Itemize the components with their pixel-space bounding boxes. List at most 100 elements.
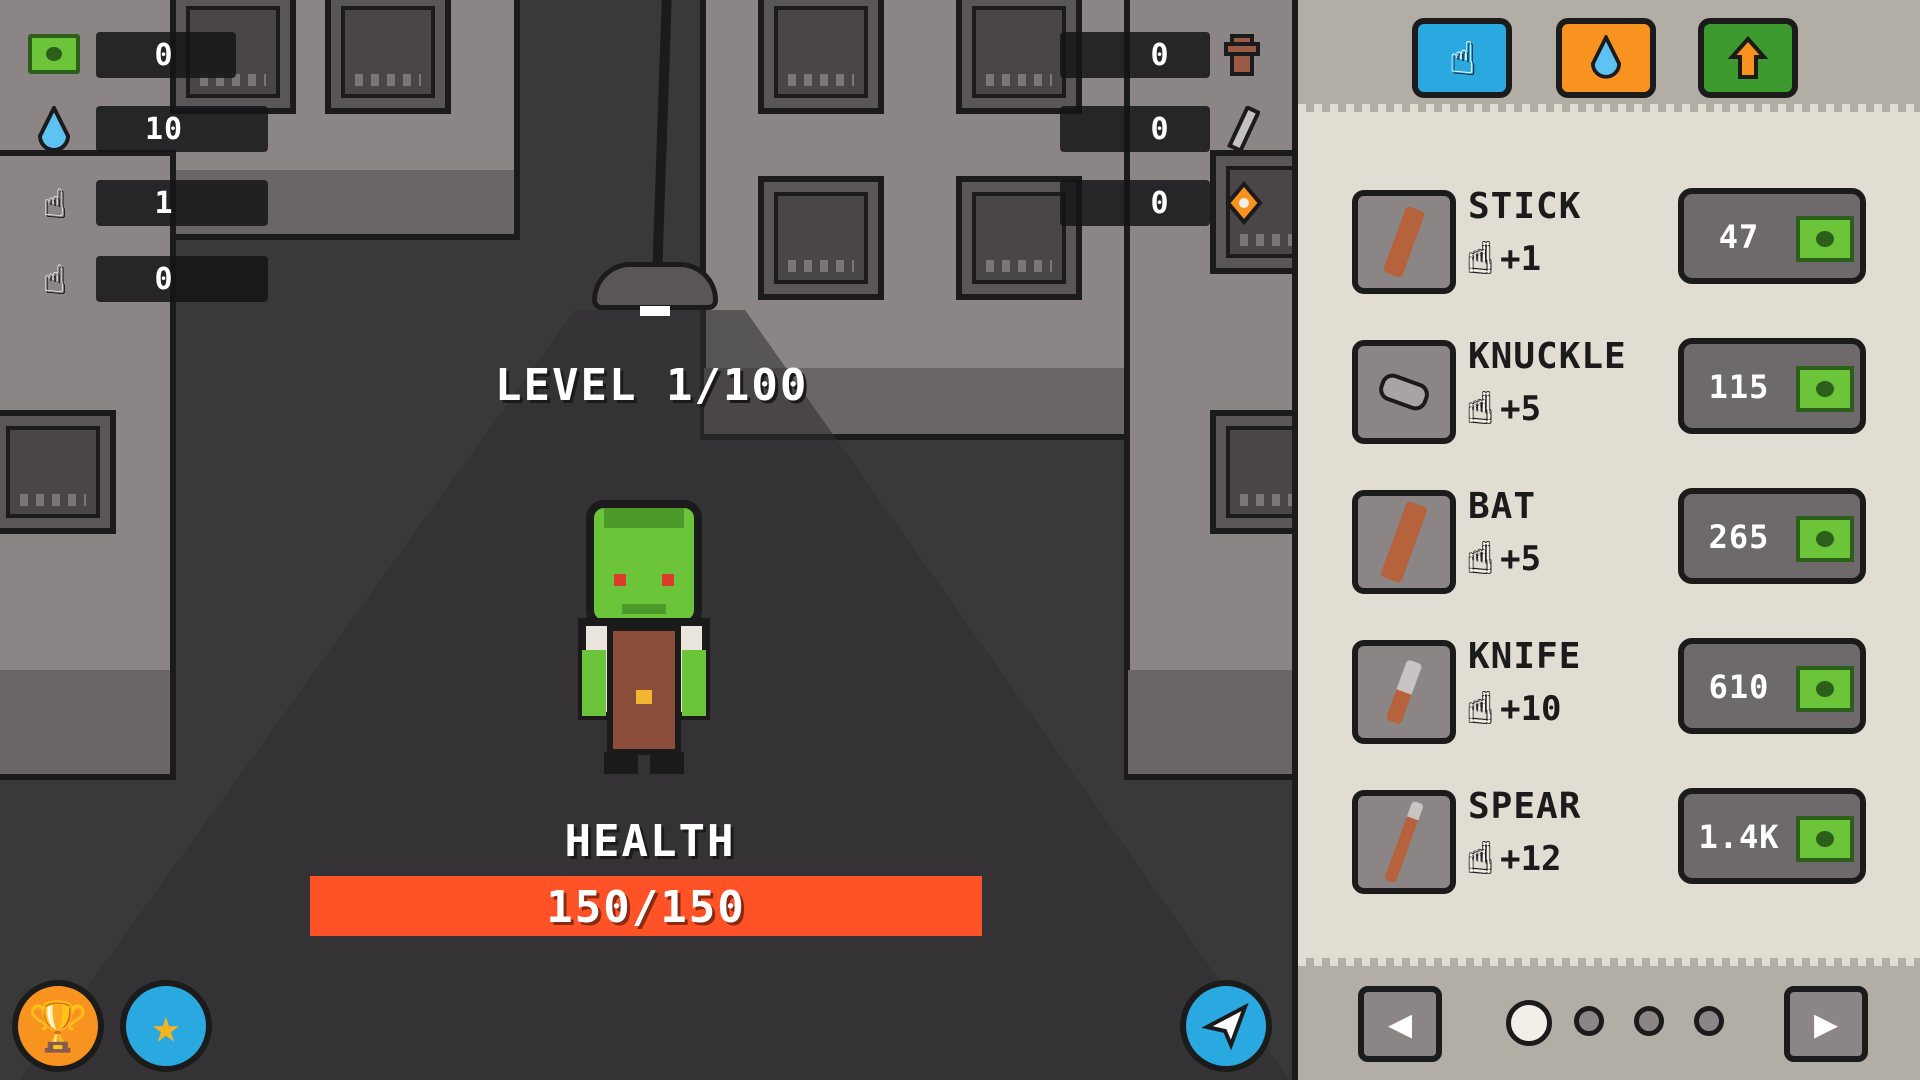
health-label: HEALTH — [564, 816, 736, 867]
stat-cash: 0 — [28, 32, 240, 78]
page-dot-1[interactable] — [1506, 1000, 1552, 1046]
page-dot-2[interactable] — [1574, 1006, 1604, 1036]
buy-button[interactable]: 1.4K — [1678, 788, 1866, 884]
paper-plane-icon — [1201, 1002, 1249, 1051]
price: 1.4K — [1698, 818, 1780, 856]
stat-pipe: 0 — [1060, 106, 1292, 152]
shop-item-bat: BAT ☝ +5 265 — [1298, 486, 1920, 596]
stat-auto-tap: ☝ 0 — [28, 256, 268, 302]
window — [1210, 410, 1292, 534]
bonus-value: +12 — [1500, 839, 1562, 879]
lamp-bulb — [640, 306, 670, 316]
price: 115 — [1708, 368, 1770, 406]
shop-panel: ☝ STICK ☝ +1 47 KNUCKLE ☝ +5 115 BAT ☝ +… — [1292, 0, 1920, 1080]
price: 265 — [1708, 518, 1770, 556]
item-name: STICK — [1468, 186, 1582, 227]
page-dot-3[interactable] — [1634, 1006, 1664, 1036]
shop-tabs: ☝ — [1298, 0, 1920, 112]
bat-icon — [1352, 490, 1456, 594]
fire-hydrant-icon — [1224, 34, 1260, 76]
hand-icon: ☝ — [1468, 536, 1493, 582]
stick-icon — [1352, 190, 1456, 294]
buy-button[interactable]: 47 — [1678, 188, 1866, 284]
knuckle-icon — [1352, 340, 1456, 444]
street-lamp-pole — [652, 0, 672, 270]
price: 610 — [1708, 668, 1770, 706]
shop-item-spear: SPEAR ☝ +12 1.4K — [1298, 786, 1920, 896]
window — [758, 0, 884, 114]
auto-hand-icon: ☝ — [1468, 386, 1493, 432]
bonus-value: +10 — [1500, 689, 1562, 729]
trophy-icon: 🏆 — [28, 998, 88, 1055]
window — [758, 176, 884, 300]
trophy-button[interactable]: 🏆 — [12, 980, 104, 1072]
cash-icon — [1796, 366, 1854, 412]
cash-value: 0 — [154, 38, 174, 73]
water-value: 10 — [144, 112, 184, 147]
shop-pagination: ◀ ▶ — [1298, 958, 1920, 1080]
pipe-value: 0 — [1150, 112, 1170, 147]
building-right-base — [1128, 670, 1292, 774]
shop-item-stick: STICK ☝ +1 47 — [1298, 186, 1920, 296]
arrow-left-icon: ◀ — [1387, 1001, 1413, 1047]
item-bonus: ☝ +12 — [1468, 836, 1562, 882]
item-name: KNUCKLE — [1468, 336, 1627, 377]
shop-item-knuckle: KNUCKLE ☝ +5 115 — [1298, 336, 1920, 446]
cash-icon — [1796, 516, 1854, 562]
tab-rank-upgrades[interactable] — [1698, 18, 1798, 98]
item-name: KNIFE — [1468, 636, 1582, 677]
gem-icon — [1225, 180, 1263, 226]
window — [0, 410, 116, 534]
auto-hand-icon: ☝ — [42, 257, 66, 301]
item-bonus: ☝ +1 — [1468, 236, 1541, 282]
prev-page-button[interactable]: ◀ — [1358, 986, 1442, 1062]
building-left-base — [0, 670, 170, 774]
tab-tap-upgrades[interactable]: ☝ — [1412, 18, 1512, 98]
hand-icon: ☝ — [42, 181, 66, 225]
enemy-level: LEVEL 1/100 — [495, 360, 809, 411]
spear-icon — [1352, 790, 1456, 894]
pipe-icon — [1227, 106, 1260, 152]
street-lamp — [592, 262, 718, 310]
cash-icon — [28, 34, 80, 74]
item-bonus: ☝ +10 — [1468, 686, 1562, 732]
next-page-button[interactable]: ▶ — [1784, 986, 1868, 1062]
bonus-value: +5 — [1500, 539, 1542, 579]
item-name: BAT — [1468, 486, 1537, 527]
arrow-right-icon: ▶ — [1813, 1001, 1839, 1047]
item-name: SPEAR — [1468, 786, 1582, 827]
zombie-enemy[interactable] — [574, 500, 714, 780]
health-value: 150/150 — [546, 882, 746, 933]
auto-tap-value: 0 — [154, 262, 174, 297]
water-drop-icon — [38, 106, 70, 152]
hydrant-value: 0 — [1150, 38, 1170, 73]
knife-icon — [1352, 640, 1456, 744]
star-button[interactable]: ★ — [120, 980, 212, 1072]
bonus-value: +1 — [1500, 239, 1542, 279]
hand-icon: ☝ — [1468, 236, 1493, 282]
buy-button[interactable]: 610 — [1678, 638, 1866, 734]
buy-button[interactable]: 115 — [1678, 338, 1866, 434]
game-scene[interactable]: LEVEL 1/100 HEALTH 150/150 0 10 ☝ 1 ☝ 0 … — [0, 0, 1292, 1080]
item-bonus: ☝ +5 — [1468, 386, 1541, 432]
price: 47 — [1718, 218, 1760, 256]
buy-button[interactable]: 265 — [1678, 488, 1866, 584]
stat-water: 10 — [28, 106, 268, 152]
cash-icon — [1796, 816, 1854, 862]
item-bonus: ☝ +5 — [1468, 536, 1541, 582]
tab-water-upgrades[interactable] — [1556, 18, 1656, 98]
water-drop-icon — [1591, 35, 1621, 79]
stat-hydrant: 0 — [1060, 32, 1292, 78]
page-dot-4[interactable] — [1694, 1006, 1724, 1036]
rank-up-icon — [1728, 35, 1768, 79]
share-button[interactable] — [1180, 980, 1272, 1072]
star-icon: ★ — [151, 998, 181, 1054]
window — [325, 0, 451, 114]
tap-power-value: 1 — [154, 186, 174, 221]
gem-value: 0 — [1150, 186, 1170, 221]
cash-icon — [1796, 666, 1854, 712]
bonus-value: +5 — [1500, 389, 1542, 429]
health-bar: 150/150 — [310, 876, 982, 936]
stat-gem: 0 — [1060, 180, 1292, 226]
cash-icon — [1796, 216, 1854, 262]
